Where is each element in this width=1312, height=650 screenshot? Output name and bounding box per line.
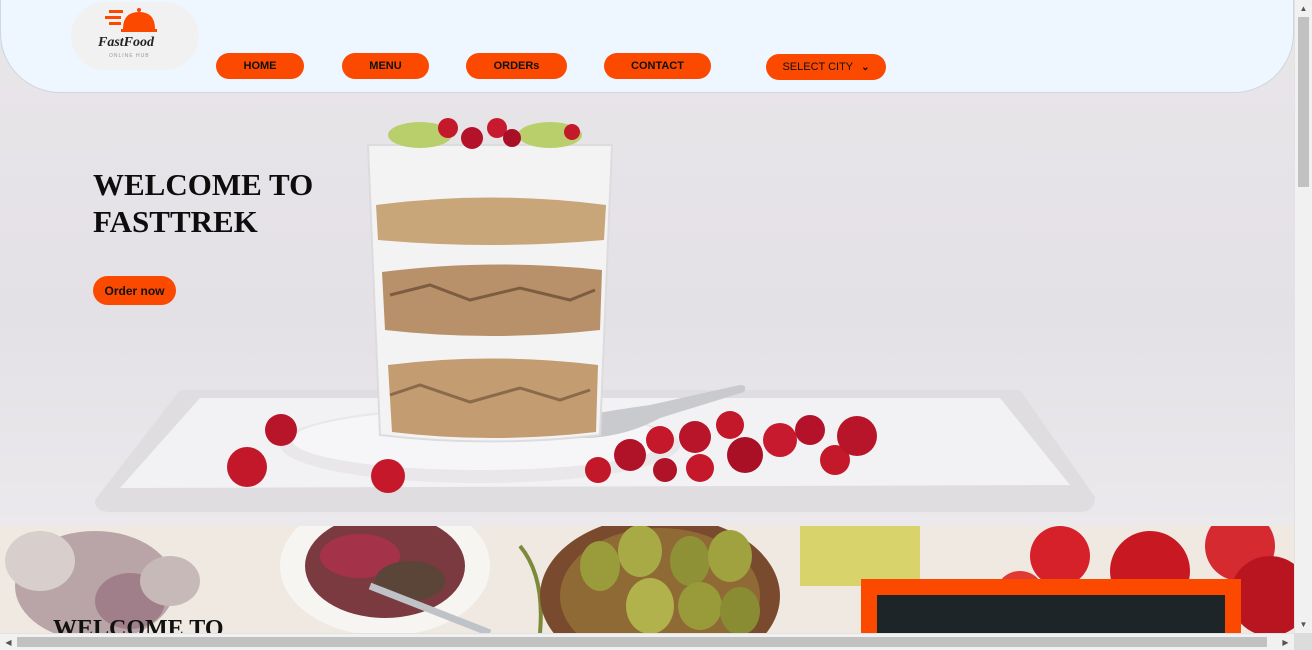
- promo-image: [877, 595, 1225, 633]
- promo-card: [861, 579, 1241, 633]
- city-select-value: SELECT CITY: [782, 61, 854, 73]
- hero-title: WELCOME TO FASTTREK: [93, 166, 393, 240]
- nav-contact-button[interactable]: CONTACT: [604, 53, 711, 79]
- arrow-left-icon[interactable]: ◀: [0, 634, 17, 650]
- hero-title-line2: FASTTREK: [93, 204, 258, 239]
- logo-title: FastFood: [98, 35, 155, 50]
- site-header: FastFood ONLINE HUB HOME MENU ORDERs CON…: [0, 0, 1294, 93]
- section2-title: WELCOME TO: [53, 616, 224, 633]
- logo-subtitle: ONLINE HUB: [109, 53, 150, 59]
- arrow-right-icon[interactable]: ▶: [1277, 634, 1294, 650]
- vertical-scrollbar[interactable]: ▲ ▼: [1294, 0, 1312, 633]
- page-viewport: WELCOME TO FASTTREK Order now FastFood O…: [0, 0, 1294, 633]
- city-select[interactable]: SELECT CITY ⌄: [766, 54, 886, 80]
- scrollbar-corner: [1294, 633, 1312, 650]
- horizontal-scroll-thumb[interactable]: [17, 637, 1267, 647]
- vertical-scroll-thumb[interactable]: [1298, 17, 1309, 187]
- hero-title-line1: WELCOME TO: [93, 167, 314, 202]
- arrow-up-icon[interactable]: ▲: [1295, 0, 1312, 17]
- chevron-down-icon: ⌄: [861, 61, 870, 73]
- nav-orders-button[interactable]: ORDERs: [466, 53, 567, 79]
- arrow-down-icon[interactable]: ▼: [1295, 616, 1312, 633]
- second-section: WELCOME TO: [0, 526, 1294, 633]
- order-now-button[interactable]: Order now: [93, 276, 176, 305]
- horizontal-scrollbar[interactable]: ◀ ▶: [0, 633, 1294, 650]
- nav-menu-button[interactable]: MENU: [342, 53, 429, 79]
- nav-home-button[interactable]: HOME: [216, 53, 304, 79]
- logo[interactable]: FastFood ONLINE HUB: [71, 2, 199, 70]
